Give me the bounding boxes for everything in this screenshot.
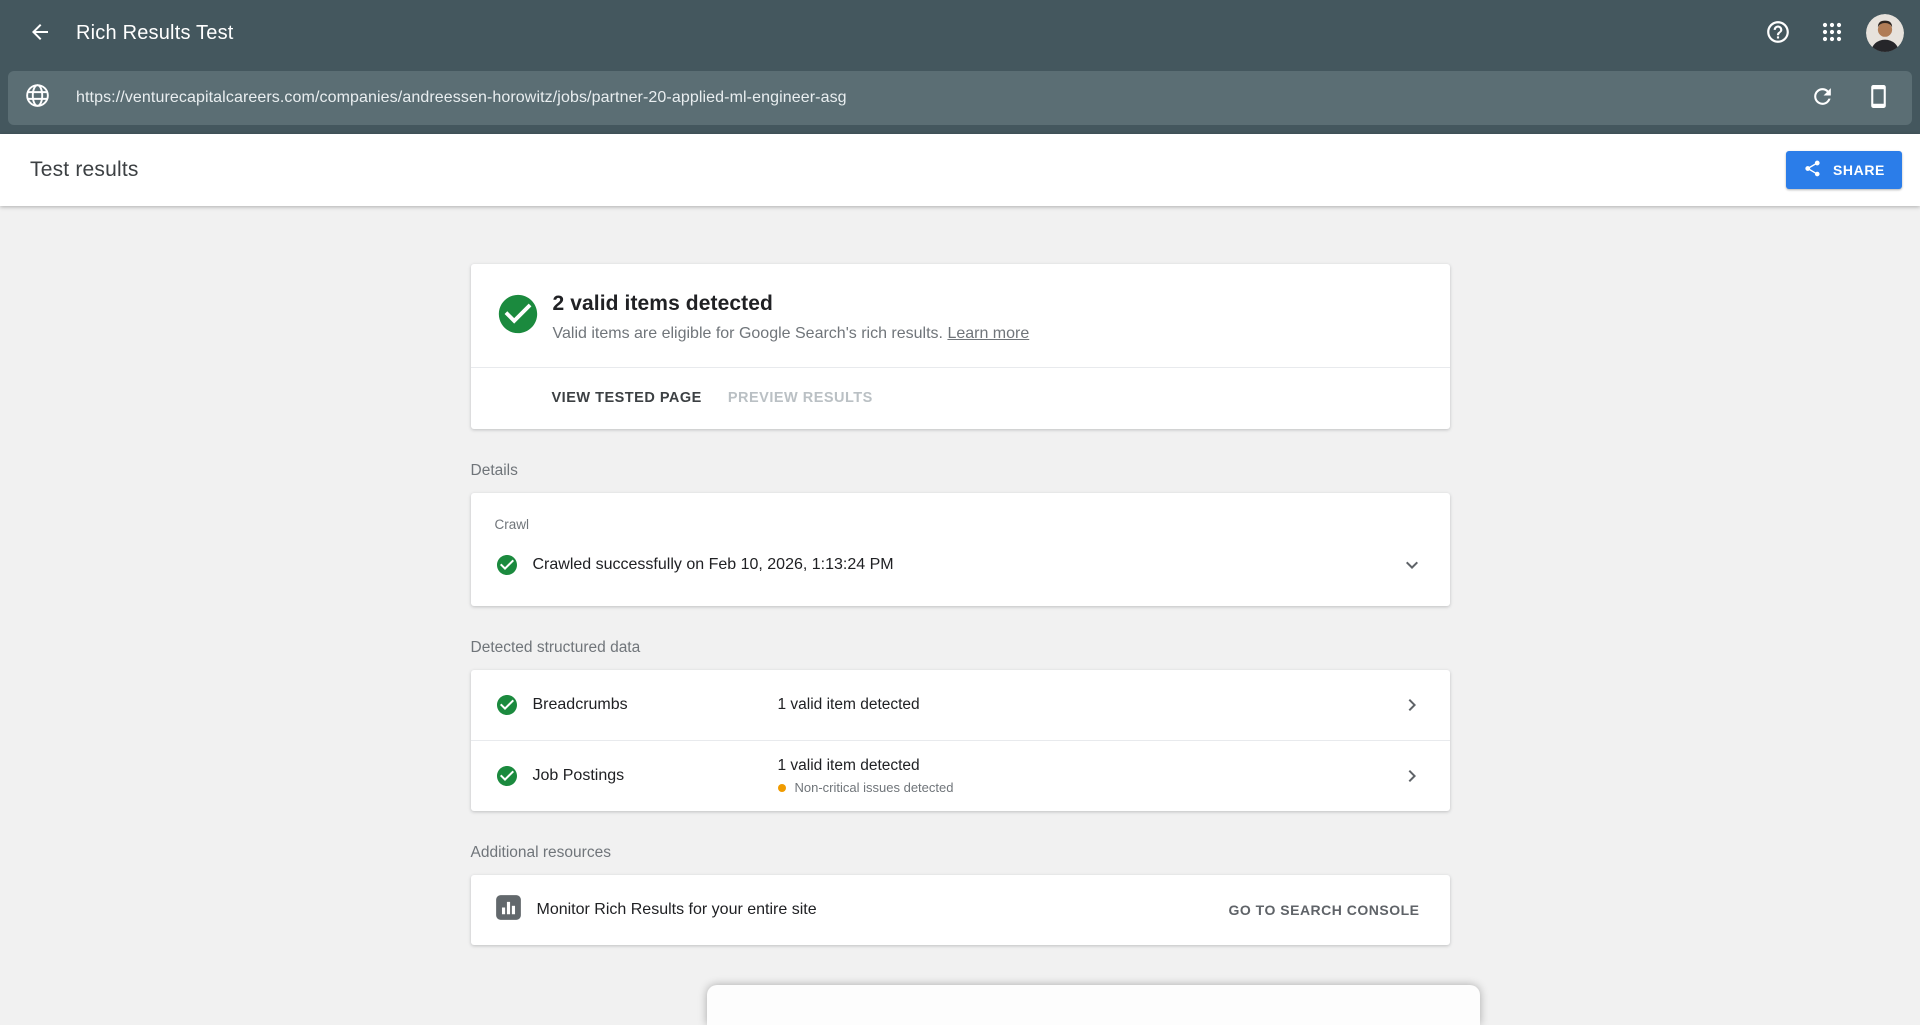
smartphone-icon [1866, 84, 1891, 112]
results-header: Test results SHARE [0, 134, 1920, 206]
summary-subtitle-text: Valid items are eligible for Google Sear… [553, 325, 943, 342]
row-left: Breadcrumbs [495, 693, 778, 717]
row-warning-text: Non-critical issues detected [795, 780, 954, 795]
structured-data-row-job-postings[interactable]: Job Postings 1 valid item detected Non-c… [471, 741, 1450, 811]
avatar[interactable] [1866, 14, 1904, 52]
check-circle-icon [495, 291, 541, 337]
row-result: 1 valid item detected [778, 696, 920, 714]
crawl-status-text: Crawled successfully on Feb 10, 2026, 1:… [533, 556, 894, 574]
row-result-text: 1 valid item detected [778, 757, 954, 775]
check-circle-icon [495, 693, 519, 717]
summary-card: 2 valid items detected Valid items are e… [471, 264, 1450, 429]
check-circle-icon [495, 764, 519, 788]
apps-grid-icon [1820, 20, 1844, 47]
back-button[interactable] [20, 13, 60, 53]
row-result-text: 1 valid item detected [778, 696, 920, 714]
app-header: Rich Results Test [0, 0, 1920, 66]
resources-card: Monitor Rich Results for your entire sit… [471, 875, 1450, 945]
bar-chart-icon [495, 894, 522, 926]
back-arrow-icon [28, 20, 52, 47]
crawl-label: Crawl [495, 517, 1424, 532]
preview-results-button[interactable]: PREVIEW RESULTS [728, 388, 873, 408]
share-icon [1803, 159, 1822, 181]
row-name: Job Postings [533, 767, 625, 785]
tested-url: https://venturecapitalcareers.com/compan… [76, 89, 847, 107]
help-button[interactable] [1758, 13, 1798, 53]
help-icon [1765, 19, 1791, 48]
apps-grid-button[interactable] [1812, 13, 1852, 53]
summary-text: 2 valid items detected Valid items are e… [553, 291, 1030, 343]
page-title: Test results [30, 158, 139, 182]
row-result: 1 valid item detected Non-critical issue… [778, 757, 954, 795]
learn-more-link[interactable]: Learn more [947, 325, 1029, 342]
bottom-sheet-edge[interactable] [707, 985, 1480, 1025]
crawl-status-row[interactable]: Crawled successfully on Feb 10, 2026, 1:… [495, 553, 1424, 577]
summary-subtitle: Valid items are eligible for Google Sear… [553, 325, 1030, 343]
details-section-label: Details [471, 462, 1450, 480]
chevron-right-icon [1400, 764, 1424, 788]
url-bar[interactable]: https://venturecapitalcareers.com/compan… [8, 71, 1912, 125]
share-button[interactable]: SHARE [1786, 151, 1902, 189]
structured-data-card: Breadcrumbs 1 valid item detected Job Po… [471, 670, 1450, 811]
resources-title: Monitor Rich Results for your entire sit… [537, 901, 817, 919]
url-actions [1802, 78, 1898, 118]
view-tested-page-button[interactable]: VIEW TESTED PAGE [552, 388, 702, 408]
chevron-right-icon [1400, 693, 1424, 717]
app-title: Rich Results Test [76, 22, 234, 45]
url-bar-row: https://venturecapitalcareers.com/compan… [0, 66, 1920, 134]
header-actions [1758, 13, 1904, 53]
content: 2 valid items detected Valid items are e… [0, 206, 1920, 945]
chevron-down-icon[interactable] [1400, 553, 1424, 577]
structured-data-section-label: Detected structured data [471, 639, 1450, 657]
share-button-label: SHARE [1833, 162, 1885, 178]
summary-main: 2 valid items detected Valid items are e… [471, 264, 1450, 367]
row-left: Job Postings [495, 764, 778, 788]
row-name: Breadcrumbs [533, 696, 628, 714]
refresh-icon [1810, 84, 1835, 112]
structured-data-row-breadcrumbs[interactable]: Breadcrumbs 1 valid item detected [471, 670, 1450, 740]
summary-title: 2 valid items detected [553, 292, 1030, 316]
summary-actions: VIEW TESTED PAGE PREVIEW RESULTS [471, 368, 1450, 429]
resources-section-label: Additional resources [471, 844, 1450, 862]
globe-icon [24, 82, 51, 114]
crawl-card: Crawl Crawled successfully on Feb 10, 20… [471, 493, 1450, 606]
go-to-search-console-button[interactable]: GO TO SEARCH CONSOLE [1229, 902, 1420, 918]
mobile-view-button[interactable] [1858, 78, 1898, 118]
row-warning: Non-critical issues detected [778, 780, 954, 795]
warning-dot-icon [778, 784, 786, 792]
refresh-button[interactable] [1802, 78, 1842, 118]
check-circle-icon [495, 553, 519, 577]
